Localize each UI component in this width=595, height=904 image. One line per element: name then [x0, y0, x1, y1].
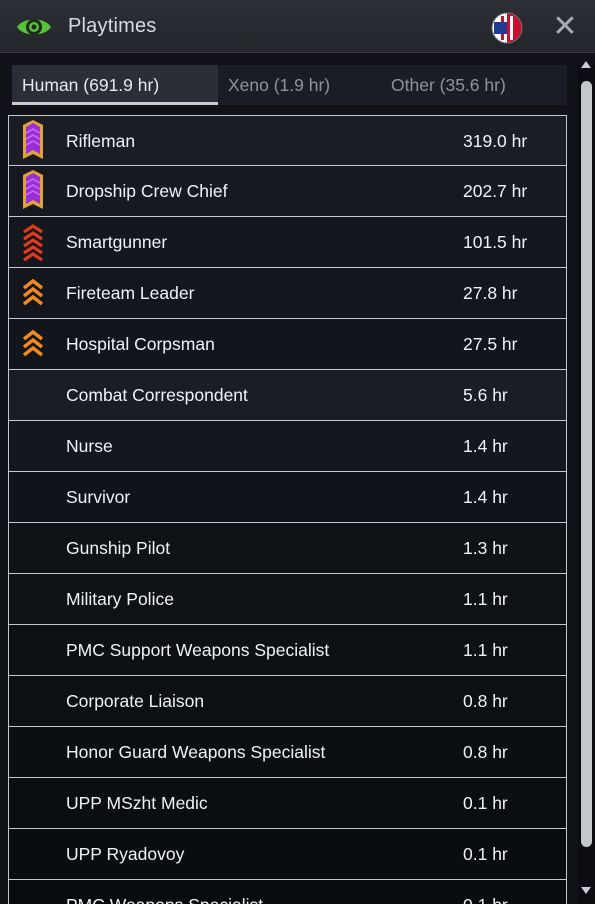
role-name: Honor Guard Weapons Specialist: [66, 742, 326, 762]
role-playtime: 27.5 hr: [463, 334, 518, 354]
close-icon[interactable]: ✕: [550, 12, 580, 42]
role-name: Gunship Pilot: [66, 538, 171, 558]
red-chevron-icon: [20, 220, 46, 264]
list-item: PMC Support Weapons Specialist 1.1 hr: [8, 625, 567, 676]
role-name: Smartgunner: [66, 232, 168, 252]
role-playtime: 1.1 hr: [463, 640, 508, 660]
window-title: Playtimes: [68, 15, 157, 37]
tab-human[interactable]: Human (691.9 hr): [12, 65, 218, 105]
role-name: Hospital Corpsman: [66, 334, 215, 354]
role-playtime: 319.0 hr: [463, 131, 528, 151]
role-playtime: 1.4 hr: [463, 487, 508, 507]
role-playtime: 1.3 hr: [463, 538, 508, 558]
list-item: Combat Correspondent 5.6 hr: [8, 370, 567, 421]
tab-other[interactable]: Other (35.6 hr): [381, 65, 567, 105]
role-name: Military Police: [66, 589, 174, 609]
role-playtime: 0.1 hr: [463, 844, 508, 864]
scroll-up-arrow-icon[interactable]: [581, 61, 591, 68]
role-playtime: 101.5 hr: [463, 232, 528, 252]
role-name: Fireteam Leader: [66, 283, 195, 303]
list-item: Dropship Crew Chief 202.7 hr: [8, 166, 567, 217]
list-item: Rifleman 319.0 hr: [8, 115, 567, 166]
list-item: Hospital Corpsman 27.5 hr: [8, 319, 567, 370]
eye-icon: [17, 19, 51, 35]
uscm-flag-icon: [491, 12, 523, 44]
role-name: UPP Ryadovoy: [66, 844, 185, 864]
role-name: UPP MSzht Medic: [66, 793, 208, 813]
list-item: Honor Guard Weapons Specialist 0.8 hr: [8, 727, 567, 778]
role-playtime: 202.7 hr: [463, 181, 528, 201]
scrollbar-thumb[interactable]: [581, 81, 592, 847]
role-name: PMC Support Weapons Specialist: [66, 640, 330, 660]
role-name: Survivor: [66, 487, 131, 507]
role-playtime: 1.4 hr: [463, 436, 508, 456]
role-playtime: 0.1 hr: [463, 880, 508, 904]
orange-chevron-icon: [20, 322, 46, 366]
list-item: Fireteam Leader 27.8 hr: [8, 268, 567, 319]
title-bar: Playtimes ✕: [0, 0, 595, 53]
purple-rank-icon: [20, 169, 46, 213]
role-playtime: 1.1 hr: [463, 589, 508, 609]
role-playtime: 0.8 hr: [463, 691, 508, 711]
list-item: Gunship Pilot 1.3 hr: [8, 523, 567, 574]
purple-rank-icon: [20, 119, 46, 163]
role-name: Combat Correspondent: [66, 385, 248, 405]
playtimes-panel: Human (691.9 hr) Xeno (1.9 hr) Other (35…: [0, 53, 595, 904]
role-playtime: 0.8 hr: [463, 742, 508, 762]
role-name: PMC Weapons Specialist: [66, 880, 263, 904]
role-name: Corporate Liaison: [66, 691, 205, 711]
list-item: Survivor 1.4 hr: [8, 472, 567, 523]
list-item: Military Police 1.1 hr: [8, 574, 567, 625]
role-playtime: 0.1 hr: [463, 793, 508, 813]
playtime-list: Rifleman 319.0 hr Dropship Crew Chief 202.7…: [8, 115, 567, 904]
list-item: Smartgunner 101.5 hr: [8, 217, 567, 268]
list-item: UPP MSzht Medic 0.1 hr: [8, 778, 567, 829]
scroll-down-arrow-icon[interactable]: [581, 887, 591, 894]
role-name: Rifleman: [66, 131, 136, 151]
role-playtime: 5.6 hr: [463, 385, 508, 405]
tab-xeno[interactable]: Xeno (1.9 hr): [218, 65, 378, 105]
role-name: Nurse: [66, 436, 113, 456]
tab-bar: Human (691.9 hr) Xeno (1.9 hr) Other (35…: [12, 65, 567, 105]
list-item: PMC Weapons Specialist 0.1 hr: [8, 880, 567, 904]
orange-chevron-icon: [20, 271, 46, 315]
list-item: UPP Ryadovoy 0.1 hr: [8, 829, 567, 880]
role-playtime: 27.8 hr: [463, 283, 518, 303]
role-name: Dropship Crew Chief: [66, 181, 228, 201]
list-item: Corporate Liaison 0.8 hr: [8, 676, 567, 727]
list-item: Nurse 1.4 hr: [8, 421, 567, 472]
